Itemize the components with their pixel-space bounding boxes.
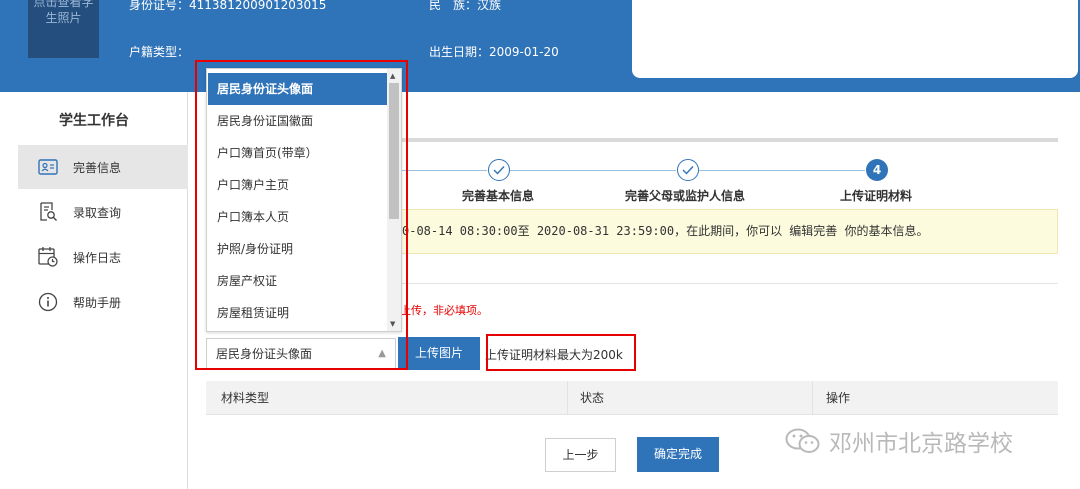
birth-row: 出生日期：2009-01-20 xyxy=(429,43,559,60)
watermark: 邓州市北京路学校 xyxy=(785,424,1013,458)
id-card-icon xyxy=(36,155,60,179)
top-header: 点击查看学生照片 身份证号：411381200901203015 民 族：汉族 … xyxy=(0,0,1080,92)
column-separator xyxy=(812,381,813,415)
id-number-row: 身份证号：411381200901203015 xyxy=(129,0,326,13)
column-header-action: 操作 xyxy=(826,391,851,405)
optional-upload-note: 上传，非必填项。 xyxy=(400,304,488,317)
section-divider xyxy=(400,283,1058,284)
step-label-guardian-info: 完善父母或监护人信息 xyxy=(625,189,746,203)
confirm-finish-button[interactable]: 确定完成 xyxy=(637,437,719,472)
sidebar: 学生工作台 完善信息 录取查询 操作日志 帮助手册 xyxy=(0,92,188,489)
nation-label: 民 族： xyxy=(429,0,478,12)
sidebar-item-label: 录取查询 xyxy=(73,205,122,220)
nation-value: 汉族 xyxy=(477,0,502,12)
sidebar-item-help-manual[interactable]: 帮助手册 xyxy=(18,280,188,324)
column-header-material-type: 材料类型 xyxy=(221,391,270,405)
sidebar-item-admission-query[interactable]: 录取查询 xyxy=(18,190,188,234)
photo-text: 点击查看学生照片 xyxy=(33,0,94,25)
materials-table-header: 材料类型 状态 操作 xyxy=(206,381,1058,415)
wechat-icon xyxy=(785,427,821,455)
step-done-icon xyxy=(488,159,510,181)
column-header-status: 状态 xyxy=(580,391,605,405)
column-separator xyxy=(567,381,568,415)
previous-step-button[interactable]: 上一步 xyxy=(545,438,616,472)
step-done-icon xyxy=(677,159,699,181)
nation-row: 民 族：汉族 xyxy=(429,0,501,13)
sidebar-item-label: 操作日志 xyxy=(73,250,122,265)
sidebar-item-operation-log[interactable]: 操作日志 xyxy=(18,235,188,279)
sidebar-item-label: 帮助手册 xyxy=(73,295,122,310)
step-label-basic-info: 完善基本信息 xyxy=(462,189,535,203)
upload-image-button[interactable]: 上传图片 xyxy=(398,337,480,370)
search-doc-icon xyxy=(36,200,60,224)
sidebar-title: 学生工作台 xyxy=(59,113,129,129)
info-card xyxy=(632,0,1078,78)
progress-track xyxy=(400,138,1058,142)
birth-value: 2009-01-20 xyxy=(489,45,559,59)
calendar-clock-icon xyxy=(36,245,60,269)
highlight-box-size-hint xyxy=(486,334,636,371)
birth-label: 出生日期： xyxy=(429,45,490,59)
hukou-row: 户籍类型： xyxy=(129,43,189,60)
step-current-number: 4 xyxy=(866,159,888,181)
step-connector xyxy=(400,170,487,171)
watermark-text: 邓州市北京路学校 xyxy=(829,431,1013,457)
id-value: 411381200901203015 xyxy=(189,0,327,12)
student-photo[interactable]: 点击查看学生照片 xyxy=(28,0,99,58)
highlight-box-dropdown xyxy=(195,60,408,370)
id-label: 身份证号： xyxy=(129,0,190,12)
hukou-label: 户籍类型： xyxy=(129,45,190,59)
sidebar-item-label: 完善信息 xyxy=(73,160,122,175)
step-connector xyxy=(699,170,865,171)
step-connector xyxy=(510,170,676,171)
info-icon xyxy=(36,290,60,314)
step-label-upload-proof: 上传证明材料 xyxy=(840,189,913,203)
sidebar-item-complete-info[interactable]: 完善信息 xyxy=(18,145,188,189)
edit-period-notice: 0-08-14 08:30:00至 2020-08-31 23:59:00，在此… xyxy=(400,209,1058,254)
